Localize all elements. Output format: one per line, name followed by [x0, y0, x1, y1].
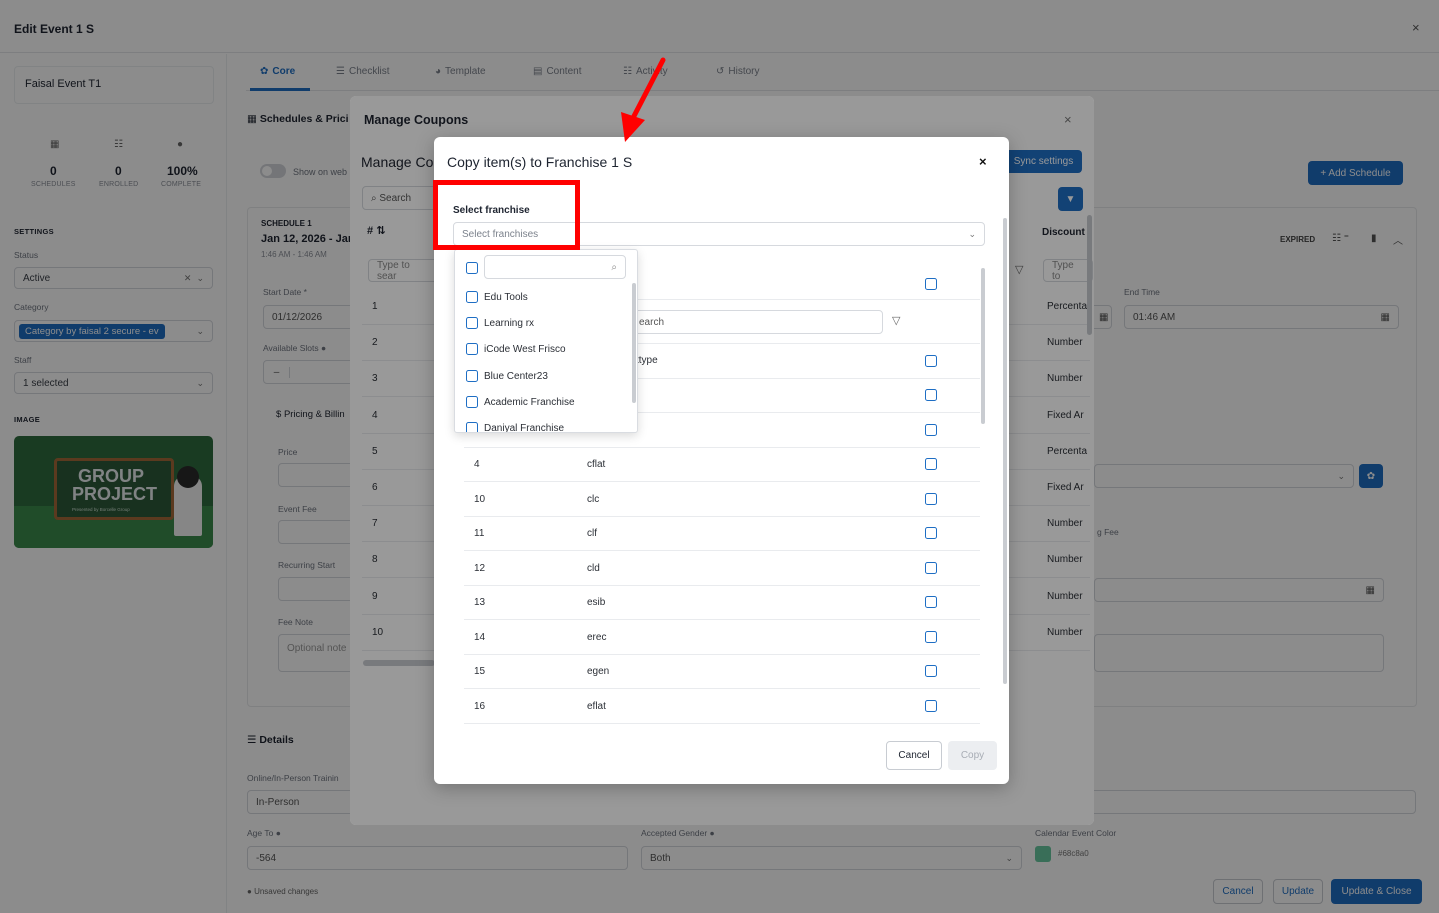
dropdown-scrollbar[interactable] — [632, 283, 636, 403]
column-header-fragment: ttype — [636, 355, 658, 366]
franchise-option-label: Blue Center23 — [484, 370, 548, 382]
table-row[interactable]: 10 clc — [464, 483, 980, 517]
select-all-checkbox[interactable] — [925, 278, 937, 293]
row-checkbox[interactable] — [925, 700, 937, 715]
row-id: 13 — [474, 597, 486, 608]
franchise-option[interactable]: Blue Center23 — [466, 370, 548, 382]
franchise-option-label: Academic Franchise — [484, 396, 575, 408]
franchise-option[interactable]: iCode West Frisco — [466, 343, 566, 355]
copy-button[interactable]: Copy — [948, 741, 997, 770]
row-code: cflat — [587, 459, 606, 470]
table-row[interactable]: 15 egen — [464, 655, 980, 689]
row-checkbox[interactable] — [925, 424, 937, 439]
select-all-franchises-checkbox[interactable] — [466, 262, 478, 277]
franchise-option[interactable]: Edu Tools — [466, 291, 528, 303]
franchise-dropdown-panel: ⌕ Edu Tools Learning rx iCode West Frisco B… — [454, 249, 638, 433]
franchise-option[interactable]: Daniyal Franchise — [466, 422, 565, 433]
row-id: 11 — [474, 528, 485, 539]
table-row[interactable]: 13 esib — [464, 586, 980, 620]
cancel-button[interactable]: Cancel — [886, 741, 942, 770]
franchise-option-label: Daniyal Franchise — [484, 422, 565, 433]
franchise-checkbox[interactable] — [466, 291, 478, 303]
row-checkbox[interactable] — [925, 389, 937, 404]
row-code: cld — [587, 563, 600, 574]
row-code: clc — [587, 494, 600, 505]
copy-modal-scrollbar[interactable] — [1003, 218, 1007, 684]
row-code: esib — [587, 597, 606, 608]
annotation-arrow-icon — [621, 57, 666, 142]
annotation-highlight-box — [433, 180, 580, 250]
franchise-option-label: Edu Tools — [484, 291, 528, 303]
row-checkbox[interactable] — [925, 631, 937, 646]
row-checkbox[interactable] — [925, 596, 937, 611]
franchise-option[interactable]: Academic Franchise — [466, 396, 575, 408]
copy-modal-title: Copy item(s) to Franchise 1 S — [447, 154, 633, 170]
row-id: 15 — [474, 666, 486, 677]
row-checkbox[interactable] — [925, 562, 937, 577]
franchise-checkbox[interactable] — [466, 396, 478, 408]
franchise-option-label: iCode West Frisco — [484, 343, 566, 355]
row-checkbox[interactable] — [925, 493, 937, 508]
franchise-search-input[interactable]: ⌕ — [484, 255, 626, 279]
row-checkbox[interactable] — [925, 458, 937, 473]
row-id: 14 — [474, 632, 486, 643]
table-row[interactable]: 11 clf — [464, 517, 980, 551]
table-row[interactable]: 16 eflat — [464, 690, 980, 724]
franchise-option[interactable]: Learning rx — [466, 317, 534, 329]
franchise-checkbox[interactable] — [466, 317, 478, 329]
franchise-checkbox[interactable] — [466, 422, 478, 432]
filter-icon[interactable]: ▽ — [892, 314, 900, 327]
chevron-down-icon: ⌄ — [968, 228, 976, 239]
franchise-checkbox[interactable] — [466, 370, 478, 382]
close-icon[interactable]: × — [979, 154, 987, 169]
table-row[interactable]: 12 cld — [464, 552, 980, 586]
row-code: egen — [587, 666, 610, 677]
row-checkbox[interactable] — [925, 665, 937, 680]
row-checkbox[interactable] — [925, 355, 937, 370]
row-id: 10 — [474, 494, 486, 505]
row-code: eflat — [587, 701, 606, 712]
row-id: 16 — [474, 701, 486, 712]
row-id: 12 — [474, 563, 486, 574]
search-icon: ⌕ — [611, 261, 617, 273]
franchise-checkbox[interactable] — [466, 343, 478, 355]
table-search-input[interactable]: earch — [630, 310, 883, 334]
copy-table-scrollbar[interactable] — [981, 268, 985, 424]
franchise-option-label: Learning rx — [484, 317, 535, 329]
table-row[interactable]: 4 cflat — [464, 448, 980, 482]
row-id: 4 — [474, 459, 480, 470]
row-checkbox[interactable] — [925, 527, 937, 542]
row-code: clf — [587, 528, 597, 539]
table-row[interactable]: 14 erec — [464, 621, 980, 655]
row-code: erec — [587, 632, 607, 643]
